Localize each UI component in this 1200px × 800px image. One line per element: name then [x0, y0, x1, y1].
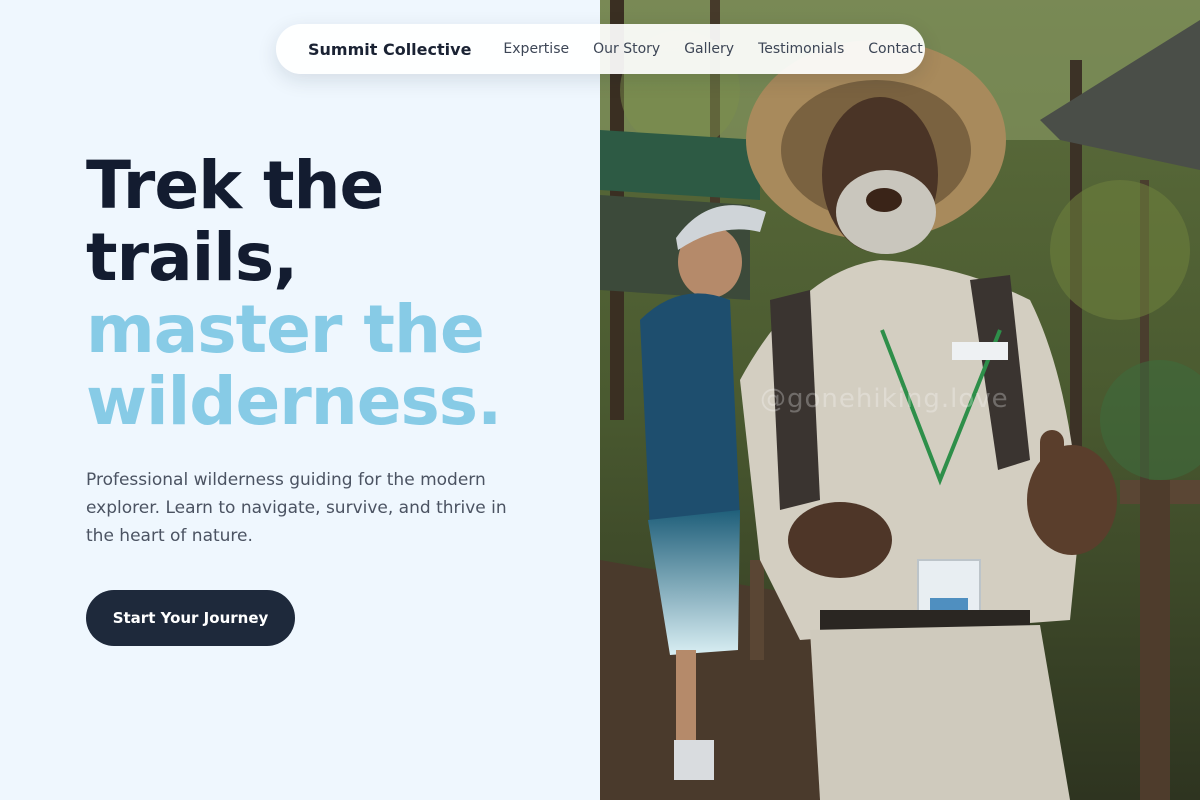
photo-watermark: @gonehiking.love	[760, 384, 1009, 414]
hero-headline: Trek the trails, master the wilderness.	[86, 150, 586, 438]
nav-link-contact[interactable]: Contact	[868, 41, 922, 57]
top-navigation: Summit Collective Expertise Our Story Ga…	[276, 24, 925, 74]
nav-link-expertise[interactable]: Expertise	[503, 41, 569, 57]
hero-left-panel: Trek the trails, master the wilderness. …	[0, 0, 600, 800]
headline-line-3: master the	[86, 291, 485, 368]
nav-link-gallery[interactable]: Gallery	[684, 41, 734, 57]
headline-line-1: Trek the	[86, 147, 384, 224]
brand-logo-text[interactable]: Summit Collective	[308, 40, 471, 59]
hero-subtitle: Professional wilderness guiding for the …	[86, 470, 507, 546]
headline-line-2: trails,	[86, 219, 298, 296]
headline-line-4: wilderness.	[86, 363, 502, 440]
nav-link-our-story[interactable]: Our Story	[593, 41, 660, 57]
nav-link-testimonials[interactable]: Testimonials	[758, 41, 844, 57]
start-journey-button[interactable]: Start Your Journey	[86, 590, 295, 646]
hero-photo: @gonehiking.love	[600, 0, 1200, 800]
